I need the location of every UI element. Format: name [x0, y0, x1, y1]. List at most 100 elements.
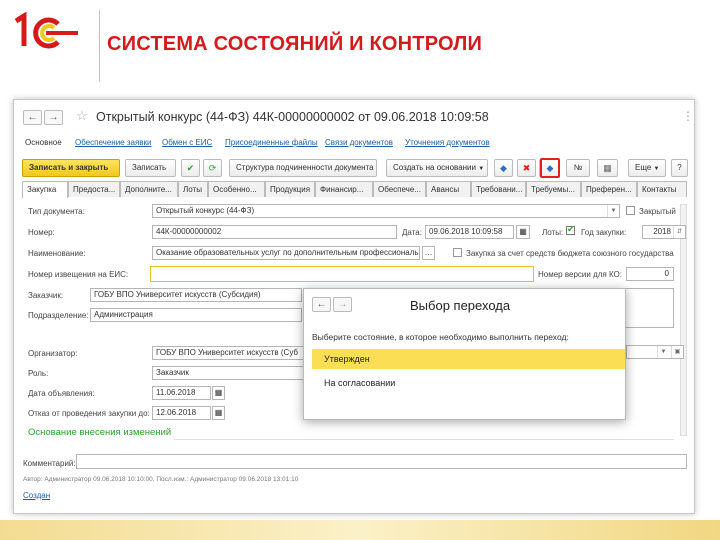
transition-icon: ◆ [546, 163, 554, 173]
save-button[interactable]: Записать [125, 159, 176, 177]
tab-preferences[interactable]: Преферен... [581, 181, 637, 197]
dialog-back-button[interactable]: ← [312, 297, 331, 312]
chevron-down-icon[interactable]: ▼ [657, 346, 669, 358]
refuse-label: Отказ от проведения закупки до: [28, 409, 150, 418]
comment-label: Комментарий: [23, 459, 76, 468]
transition-dialog: ← → Выбор перехода Выберите состояние, в… [303, 288, 626, 420]
date-field[interactable]: 09.06.2018 10:09:58 [425, 225, 514, 239]
chevron-down-icon[interactable]: ▼ [607, 205, 619, 217]
blue-diamond-button[interactable]: ◆ [494, 159, 513, 177]
more-vertical-icon[interactable]: ⋮ [682, 109, 694, 123]
tab-lots[interactable]: Лоты [178, 181, 208, 197]
division-field[interactable]: Администрация [90, 308, 302, 322]
customer-label: Заказчик: [28, 291, 64, 300]
title-divider [99, 10, 100, 82]
option-approved[interactable]: Утвержден [312, 349, 625, 369]
lots-label: Лоты: [542, 228, 564, 237]
closed-checkbox[interactable] [626, 206, 635, 215]
role-field[interactable]: Заказчик [152, 366, 304, 380]
organizer-field[interactable]: ГОБУ ВПО Университет искусств (Суб [152, 346, 304, 360]
tab-purchase[interactable]: Закупка [22, 181, 68, 198]
year-field[interactable]: 2018 ⇵ [642, 225, 686, 239]
post-button[interactable]: ✔ [181, 159, 200, 177]
tab-advances[interactable]: Авансы [426, 181, 471, 197]
option-on-approval[interactable]: На согласовании [312, 373, 625, 393]
create-based-button[interactable]: Создать на основании ▼ [386, 159, 488, 177]
refresh-button[interactable]: ⟳ [203, 159, 222, 177]
federal-budget-checkbox[interactable] [453, 248, 462, 257]
division-label: Подразделение: [28, 311, 89, 320]
year-label: Год закупки: [581, 228, 627, 237]
tab-requirements[interactable]: Требовани... [471, 181, 526, 197]
organizer-label: Организатор: [28, 349, 78, 358]
refresh-icon: ⟳ [208, 163, 217, 173]
eis-field[interactable] [150, 266, 534, 282]
calendar-button[interactable]: ▦ [516, 225, 530, 239]
eis-label: Номер извещения на ЕИС: [28, 270, 129, 279]
create-based-label: Создать на основании [393, 163, 476, 172]
link-bid-security[interactable]: Обеспечение заявки [75, 138, 152, 147]
arrow-right-icon: → [48, 112, 59, 123]
refuse-date-field[interactable]: 12.06.2018 [152, 406, 211, 420]
pub-date-field[interactable]: 11.06.2018 [152, 386, 211, 400]
role-label: Роль: [28, 369, 49, 378]
lots-checkbox[interactable]: ✔ [566, 224, 575, 235]
name-field[interactable]: Оказание образовательных услуг по дополн… [152, 246, 420, 260]
link-document-links[interactable]: Связи документов [325, 138, 393, 147]
cancel-state-button[interactable]: ✖ [517, 159, 536, 177]
calendar-icon: ▦ [519, 227, 527, 236]
cancel-icon: ✖ [522, 163, 531, 173]
star-icon[interactable]: ☆ [76, 108, 88, 124]
organizer-extra-field[interactable]: ▼ ▣ [626, 345, 684, 359]
changes-divider [174, 439, 674, 440]
tab-contacts[interactable]: Контакты [637, 181, 687, 197]
tab-security[interactable]: Обеспече... [373, 181, 426, 197]
name-more-button[interactable]: … [422, 246, 435, 260]
journal-icon: ▦ [603, 163, 612, 173]
tab-additional[interactable]: Дополните... [120, 181, 178, 197]
link-attached-files[interactable]: Присоединенные файлы [225, 138, 318, 147]
save-close-button[interactable]: Записать и закрыть [22, 159, 120, 177]
date-label: Дата: [402, 228, 422, 237]
dialog-prompt: Выберите состояние, в которое необходимо… [312, 332, 569, 342]
name-label: Наименование: [28, 249, 86, 258]
more-label: Еще [635, 163, 652, 172]
number-field[interactable]: 44К-00000000002 [152, 225, 397, 239]
spinner-icon[interactable]: ⇵ [673, 226, 685, 238]
forward-button[interactable]: → [44, 110, 63, 125]
tab-features[interactable]: Особенно... [208, 181, 265, 197]
slide: СИСТЕМА СОСТОЯНИЙ И КОНТРОЛИ ← → ☆ Откры… [0, 0, 720, 540]
transition-button[interactable]: ◆ [540, 158, 560, 178]
customer-field[interactable]: ГОБУ ВПО Университет искусств (Субсидия) [90, 288, 302, 302]
more-button[interactable]: Еще ▼ [628, 159, 666, 177]
doc-type-field[interactable]: Открытый конкурс (44-ФЗ) ▼ [152, 204, 620, 218]
dropdown-arrow-icon: ▼ [653, 166, 660, 172]
bottom-decoration [0, 520, 720, 540]
tab-provision[interactable]: Предоста... [68, 181, 120, 197]
tab-products[interactable]: Продукция [265, 181, 315, 197]
refuse-calendar-button[interactable]: ▦ [212, 406, 225, 420]
dialog-forward-button[interactable]: → [333, 297, 352, 312]
comment-field[interactable] [76, 454, 687, 469]
version-field[interactable]: 0 [626, 267, 674, 281]
link-main[interactable]: Основное [25, 138, 62, 147]
closed-label: Закрытый [639, 207, 676, 216]
changes-header: Основание внесения изменений [28, 427, 172, 438]
structure-button[interactable]: Структура подчиненности документа [229, 159, 377, 177]
tab-required[interactable]: Требуемы... [526, 181, 581, 197]
help-button[interactable]: ? [671, 159, 688, 177]
link-eis-exchange[interactable]: Обмен с ЕИС [162, 138, 212, 147]
link-document-clarifications[interactable]: Уточнения документов [405, 138, 490, 147]
status-created-link[interactable]: Создан [23, 491, 50, 500]
pub-date-calendar-button[interactable]: ▦ [212, 386, 225, 400]
back-button[interactable]: ← [23, 110, 42, 125]
number-button[interactable]: № [566, 159, 590, 177]
arrow-right-icon: → [337, 299, 348, 310]
checkmark-icon: ✔ [567, 224, 575, 234]
journal-button[interactable]: ▦ [597, 159, 618, 177]
federal-budget-label: Закупка за счет средств бюджета союзного… [466, 249, 674, 258]
tab-financing[interactable]: Финансир... [315, 181, 373, 197]
open-link-icon[interactable]: ▣ [671, 346, 683, 358]
calendar-icon: ▦ [214, 408, 223, 417]
tab-strip: Закупка Предоста... Дополните... Лоты Ос… [22, 181, 687, 198]
